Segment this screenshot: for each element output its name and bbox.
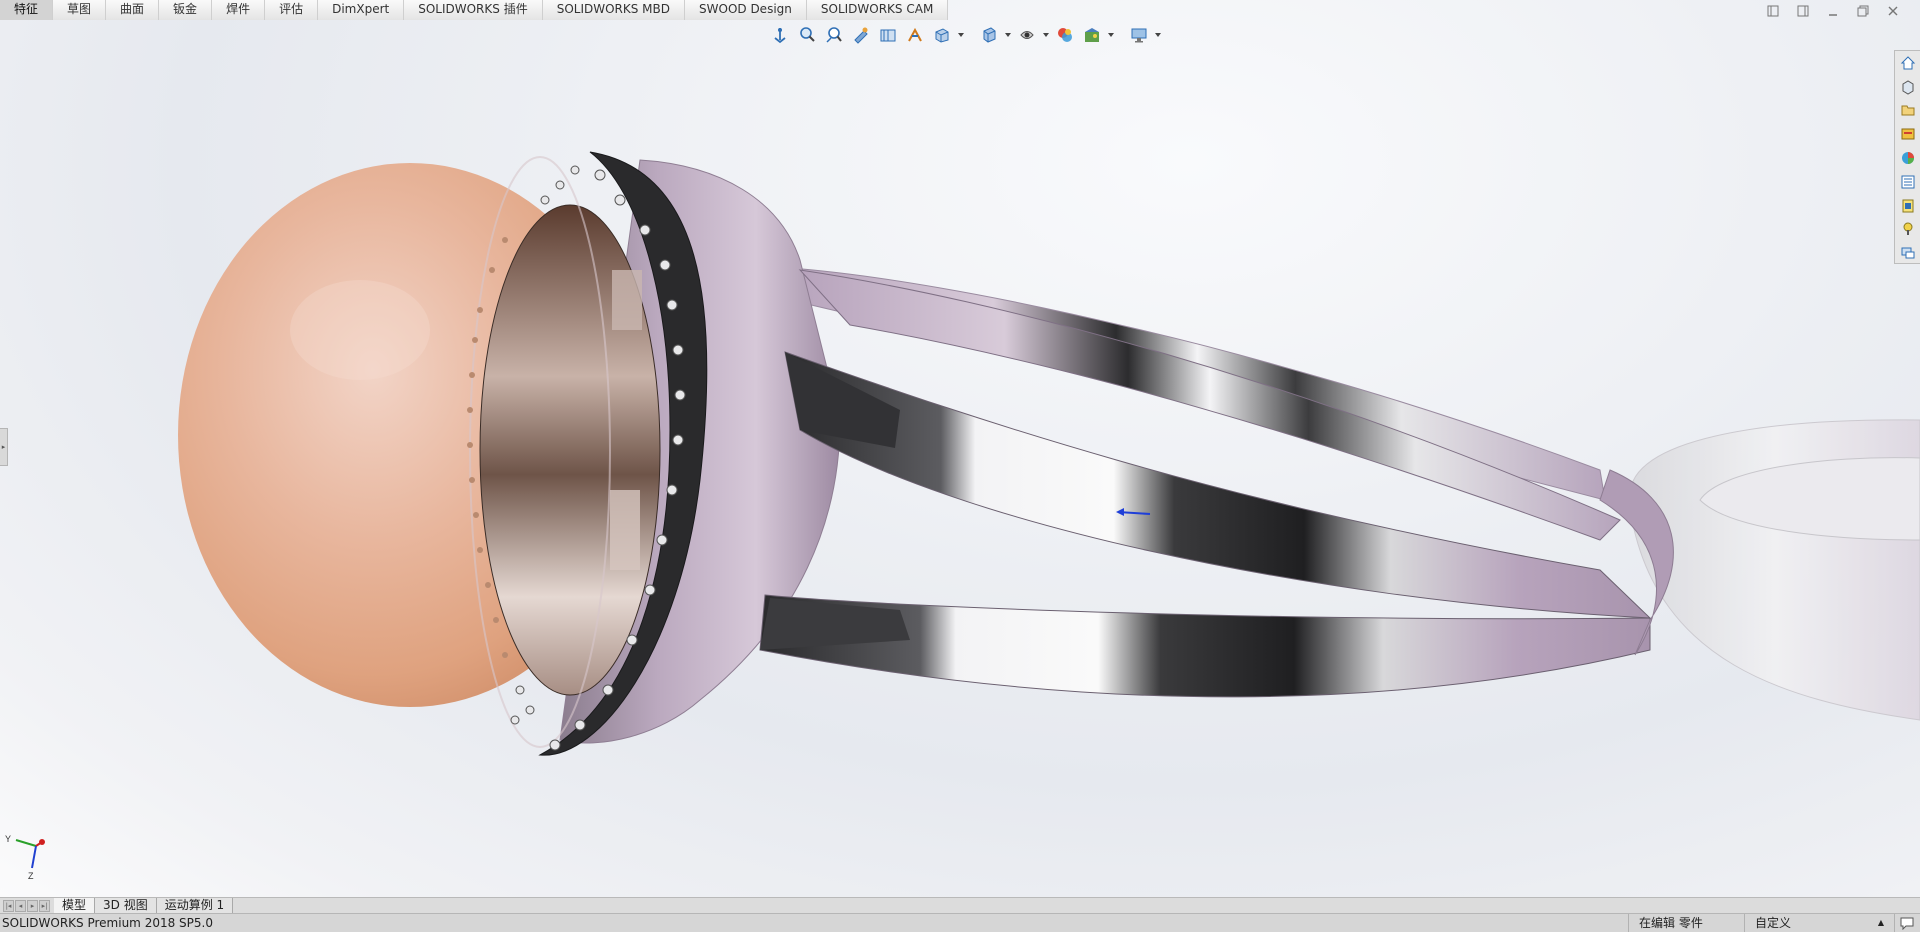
- tab-solidworks-cam[interactable]: SOLIDWORKS CAM: [806, 0, 949, 20]
- status-bar: SOLIDWORKS Premium 2018 SP5.0 在编辑 零件 自定义…: [0, 913, 1920, 932]
- minimize-icon[interactable]: [1824, 3, 1842, 19]
- task-pane-strip: [1894, 50, 1920, 264]
- solidworks-resources-icon[interactable]: [1897, 196, 1919, 216]
- tab-solidworks-mbd[interactable]: SOLIDWORKS MBD: [542, 0, 686, 20]
- zoom-to-area-icon[interactable]: [795, 24, 819, 46]
- ghost-ring: [1629, 419, 1920, 721]
- tab-evaluate[interactable]: 评估: [265, 0, 319, 20]
- command-manager-tabs: 特征 草图 曲面 钣金 焊件 评估 DimXpert SOLIDWORKS 插件…: [0, 0, 949, 20]
- chevron-down-icon[interactable]: [1154, 24, 1162, 46]
- reference-triad: Y Z: [5, 834, 45, 880]
- home-icon[interactable]: [1897, 53, 1919, 73]
- tab-weldments[interactable]: 焊件: [212, 0, 266, 20]
- unit-system-selector[interactable]: 自定义 ▲: [1744, 913, 1894, 932]
- chevron-right-icon: ▸: [1, 443, 6, 451]
- chevron-down-icon[interactable]: [957, 24, 965, 46]
- tab-dimxpert[interactable]: DimXpert: [318, 0, 405, 20]
- 3d-contentcentral-icon[interactable]: [1897, 77, 1919, 97]
- tab-solidworks-addins[interactable]: SOLIDWORKS 插件: [404, 0, 543, 20]
- quick-tips-icon[interactable]: [1894, 913, 1920, 932]
- chevron-up-icon: ▲: [1877, 917, 1884, 927]
- design-library-icon[interactable]: [1897, 101, 1919, 121]
- restore-icon[interactable]: [1854, 3, 1872, 19]
- view-palette-icon[interactable]: [1897, 243, 1919, 263]
- tab-features[interactable]: 特征: [0, 0, 54, 20]
- previous-view-icon[interactable]: [822, 24, 846, 46]
- tile-left-icon[interactable]: [1764, 3, 1782, 19]
- chevron-down-icon[interactable]: [1042, 24, 1050, 46]
- file-explorer-icon[interactable]: [1897, 124, 1919, 144]
- next-tab-icon[interactable]: ▸: [27, 899, 38, 912]
- forum-icon[interactable]: [1897, 219, 1919, 239]
- tab-motion-study[interactable]: 运动算例 1: [156, 897, 234, 914]
- unit-system-label: 自定义: [1755, 915, 1792, 930]
- triad-y-label: Y: [5, 834, 11, 844]
- appearances-icon[interactable]: [1897, 148, 1919, 168]
- graphics-area[interactable]: [0, 0, 1920, 897]
- last-tab-icon[interactable]: ▸|: [39, 899, 50, 912]
- window-controls: [1764, 3, 1902, 19]
- apply-scene-icon[interactable]: [1053, 24, 1077, 46]
- hide-show-items-icon[interactable]: [977, 24, 1001, 46]
- tab-swood-design[interactable]: SWOOD Design: [685, 0, 807, 20]
- zoom-to-fit-icon[interactable]: [768, 24, 792, 46]
- display-style-icon[interactable]: [930, 24, 954, 46]
- product-version: SOLIDWORKS Premium 2018 SP5.0: [2, 916, 213, 930]
- monitor-display-icon[interactable]: [1127, 24, 1151, 46]
- tab-scroll-arrows: |◂ ◂ ▸ ▸|: [0, 899, 54, 912]
- custom-properties-icon[interactable]: [1897, 172, 1919, 192]
- chevron-down-icon[interactable]: [1107, 24, 1115, 46]
- tab-surfaces[interactable]: 曲面: [106, 0, 160, 20]
- ring-model-render[interactable]: [0, 0, 1920, 897]
- tile-right-icon[interactable]: [1794, 3, 1812, 19]
- triad-z-label: Z: [28, 871, 34, 880]
- tab-sketch[interactable]: 草图: [53, 0, 107, 20]
- tab-3d-views[interactable]: 3D 视图: [95, 897, 157, 914]
- heads-up-view-toolbar: [768, 24, 1162, 46]
- view-settings-icon[interactable]: [1080, 24, 1104, 46]
- close-icon[interactable]: [1884, 3, 1902, 19]
- dynamic-annotation-icon[interactable]: [876, 24, 900, 46]
- tab-model[interactable]: 模型: [54, 897, 96, 914]
- prev-tab-icon[interactable]: ◂: [15, 899, 26, 912]
- edit-appearance-icon[interactable]: [1015, 24, 1039, 46]
- model-view-tabs: |◂ ◂ ▸ ▸| 模型 3D 视图 运动算例 1: [0, 897, 1920, 914]
- chevron-down-icon[interactable]: [1004, 24, 1012, 46]
- first-tab-icon[interactable]: |◂: [3, 899, 14, 912]
- tab-sheet-metal[interactable]: 钣金: [159, 0, 213, 20]
- edit-mode-status: 在编辑 零件: [1628, 913, 1744, 932]
- view-orientation-icon[interactable]: [903, 24, 927, 46]
- feature-manager-collapse-handle[interactable]: ▸: [0, 428, 8, 466]
- section-view-icon[interactable]: [849, 24, 873, 46]
